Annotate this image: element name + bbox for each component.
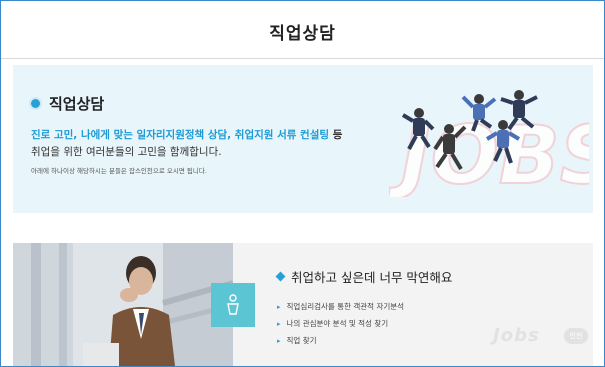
list-item-text: 직업심리검사를 통한 객관적 자기분석 [286,302,405,311]
person-icon-box [211,283,255,327]
arrow-bullet-icon: ▸ [277,319,281,328]
intro-heading: 직업상담 [31,93,104,114]
title-divider [1,58,604,59]
content-frame: 직업상담 직업상담 진로 고민, 나에게 맞는 일자리지원정책 상담, 취업지원… [0,0,605,367]
intro-description: 진로 고민, 나에게 맞는 일자리지원정책 상담, 취업지원 서류 컨설팅 등 [31,127,342,142]
arrow-bullet-icon: ▸ [277,302,281,311]
list-item: ▸ 나의 관심분야 분석 및 적성 찾기 [277,315,404,332]
jobs-illustration: JOBS [389,90,589,197]
incheon-watermark-badge: 인천 [564,328,588,344]
intro-line2: 취업을 위한 여러분들의 고민을 함께합니다. [31,146,222,158]
intro-highlight-suffix: 등 [329,129,343,141]
concern-title: 취업하고 싶은데 너무 막연해요 [291,270,453,285]
bullet-dot-icon [31,99,40,108]
list-item: ▸ 직업 찾기 [277,332,404,349]
jobs-watermark: Jobs [493,325,540,346]
list-item-text: 직업 찾기 [286,336,317,345]
page-title: 직업상담 [269,24,336,44]
diamond-bullet-icon [275,271,286,282]
arrow-bullet-icon: ▸ [277,336,281,345]
list-item: ▸ 직업심리검사를 통한 객관적 자기분석 [277,298,404,315]
person-icon [227,294,239,315]
concern-heading: 취업하고 싶은데 너무 막연해요 [275,267,453,286]
concern-list: ▸ 직업심리검사를 통한 객관적 자기분석 ▸ 나의 관심분야 분석 및 적성 찾기… [277,298,404,349]
counseling-photo [13,243,233,366]
intro-highlight: 진로 고민, 나에게 맞는 일자리지원정책 상담, 취업지원 서류 컨설팅 [31,129,330,141]
section-title: 직업상담 [49,95,105,113]
list-item-text: 나의 관심분야 분석 및 적성 찾기 [286,319,389,328]
intro-note: 아래에 하나이상 해당하시는 분들은 잡스인천으로 오시면 됩니다. [31,167,207,175]
